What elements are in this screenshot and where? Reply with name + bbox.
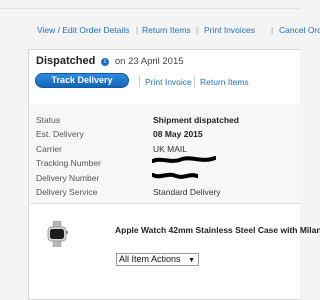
carrier-value: UK MAIL bbox=[153, 144, 188, 154]
action-separator bbox=[139, 75, 140, 87]
tracking-number-redaction bbox=[152, 156, 216, 163]
details-divider bbox=[30, 203, 300, 204]
link-separator: | bbox=[136, 25, 139, 35]
delivery-number-redaction bbox=[152, 172, 198, 179]
est-delivery-value: 08 May 2015 bbox=[153, 129, 203, 139]
link-separator: | bbox=[271, 25, 274, 35]
tracking-number-label: Tracking Number bbox=[36, 158, 101, 168]
shipment-date: on 23 April 2015 bbox=[114, 56, 184, 67]
delivery-service-label: Delivery Service bbox=[36, 187, 98, 197]
est-delivery-label: Est. Delivery bbox=[36, 129, 84, 139]
info-icon[interactable]: i bbox=[101, 58, 110, 66]
carrier-label: Carrier bbox=[36, 144, 62, 154]
delivery-service-value: Standard Delivery bbox=[153, 187, 221, 197]
return-items-link[interactable]: Return Items bbox=[142, 25, 191, 35]
dropdown-arrow-icon: ▼ bbox=[188, 257, 195, 264]
order-actions-bar: View / Edit Order Details | Return Items… bbox=[0, 25, 320, 37]
shipment-header: Dispatched i on 23 April 2015 bbox=[36, 55, 184, 69]
action-separator bbox=[194, 75, 195, 87]
view-edit-order-link[interactable]: View / Edit Order Details bbox=[37, 25, 129, 35]
cancel-order-link[interactable]: Cancel Order bbox=[279, 25, 320, 35]
apple-watch-thumbnail[interactable] bbox=[45, 221, 69, 247]
item-actions-selected: All Item Actions bbox=[119, 254, 181, 264]
print-invoice-link[interactable]: Print Invoice bbox=[145, 77, 192, 87]
shipment-status-title: Dispatched bbox=[36, 55, 96, 67]
status-label: Status bbox=[36, 115, 61, 125]
delivery-number-label: Delivery Number bbox=[36, 173, 100, 183]
print-invoices-link[interactable]: Print Invoices bbox=[204, 25, 255, 35]
return-items-link[interactable]: Return Items bbox=[200, 77, 249, 87]
top-divider bbox=[0, 8, 300, 9]
product-name[interactable]: Apple Watch 42mm Stainless Steel Case wi… bbox=[115, 225, 320, 235]
item-actions-dropdown[interactable]: All Item Actions ▼ bbox=[116, 253, 199, 266]
status-value: Shipment dispatched bbox=[153, 115, 239, 125]
link-separator: | bbox=[196, 25, 199, 35]
track-delivery-button[interactable]: Track Delivery bbox=[35, 73, 129, 88]
